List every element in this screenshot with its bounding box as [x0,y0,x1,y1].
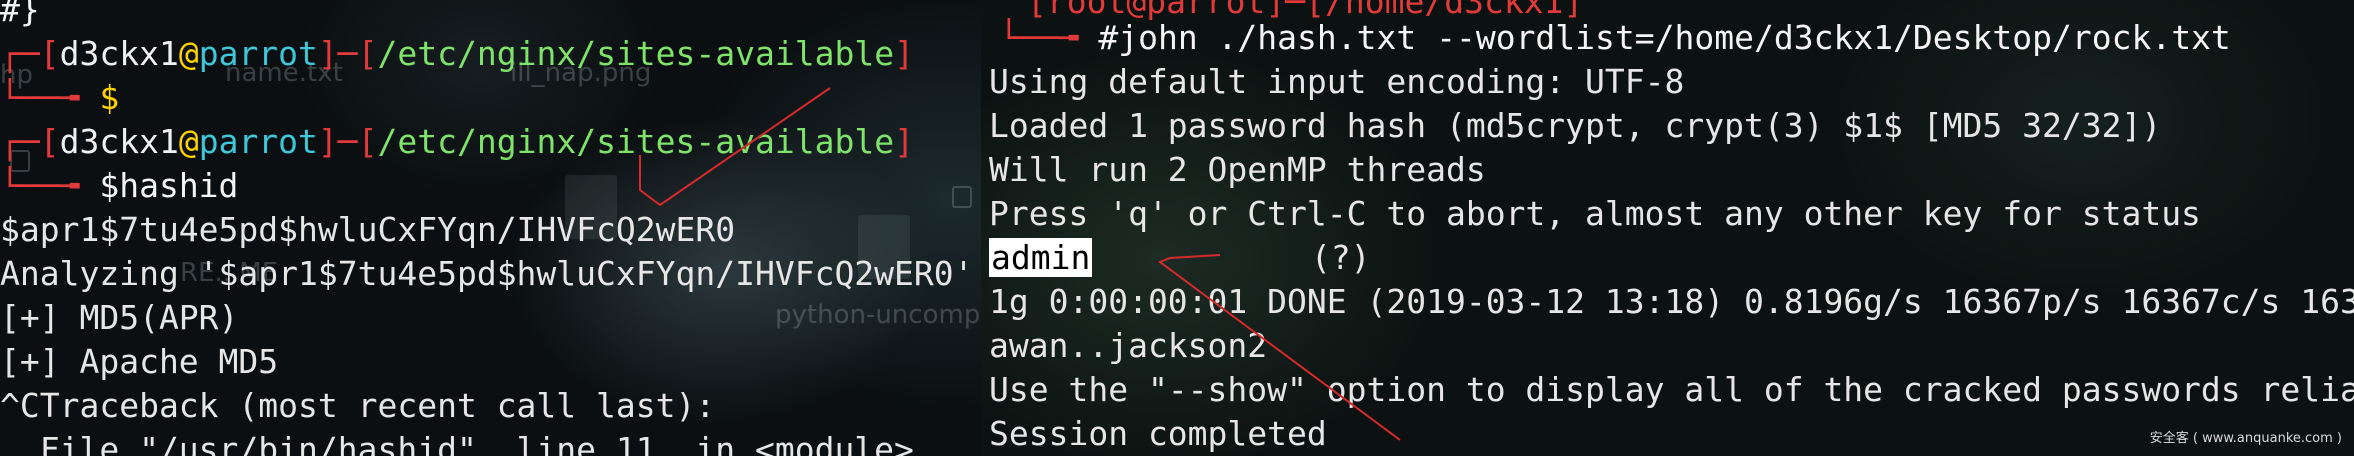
annotation-arrow-right [1157,254,1401,441]
annotation-arrows [639,87,1401,441]
annotation-arrow-left [639,87,831,207]
